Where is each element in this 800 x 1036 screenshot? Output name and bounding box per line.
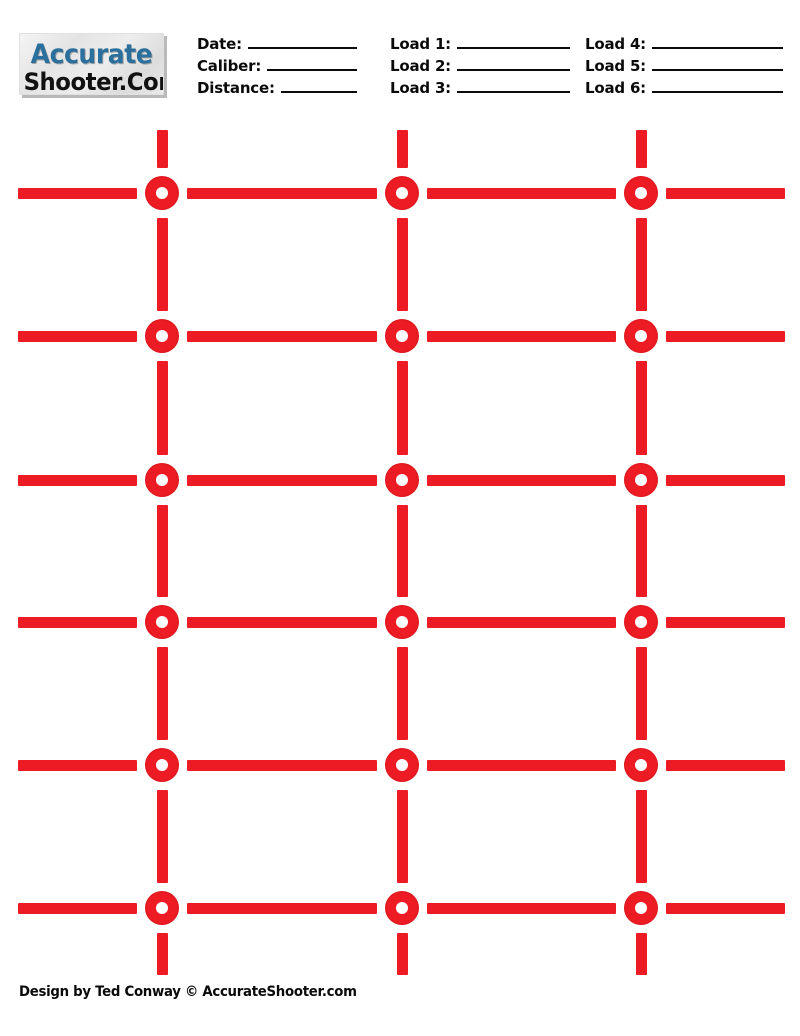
target-grid: [0, 0, 800, 1036]
target-line-vertical: [156, 361, 168, 455]
target-line-horizontal: [18, 187, 137, 199]
aim-point-r3-c1[interactable]: [145, 463, 179, 497]
target-line-horizontal: [187, 616, 377, 628]
target-line-vertical: [635, 361, 647, 455]
aim-point-r4-c1[interactable]: [145, 605, 179, 639]
target-line-vertical: [396, 933, 408, 975]
aim-point-r1-c1[interactable]: [145, 176, 179, 210]
footer-credit: Design by Ted Conway © AccurateShooter.c…: [19, 984, 357, 1000]
aim-point-r6-c1[interactable]: [145, 891, 179, 925]
target-line-horizontal: [18, 616, 137, 628]
aim-point-r3-c3[interactable]: [624, 463, 658, 497]
target-line-horizontal: [18, 474, 137, 486]
target-line-vertical: [635, 790, 647, 883]
target-line-vertical: [396, 505, 408, 597]
target-line-vertical: [635, 647, 647, 740]
aim-point-r2-c2[interactable]: [385, 319, 419, 353]
target-line-horizontal: [187, 330, 377, 342]
target-line-vertical: [635, 218, 647, 311]
aim-point-r4-c2[interactable]: [385, 605, 419, 639]
target-line-vertical: [156, 933, 168, 975]
target-line-vertical: [396, 647, 408, 740]
aim-point-r5-c3[interactable]: [624, 748, 658, 782]
target-line-vertical: [156, 218, 168, 311]
target-line-horizontal: [427, 474, 616, 486]
target-line-horizontal: [18, 330, 137, 342]
aim-point-r6-c2[interactable]: [385, 891, 419, 925]
target-line-vertical: [396, 361, 408, 455]
target-line-vertical: [635, 505, 647, 597]
target-line-vertical: [156, 647, 168, 740]
target-line-horizontal: [427, 616, 616, 628]
target-line-horizontal: [187, 902, 377, 914]
target-line-vertical: [396, 790, 408, 883]
aim-point-r1-c2[interactable]: [385, 176, 419, 210]
target-line-vertical: [156, 790, 168, 883]
target-line-horizontal: [666, 759, 785, 771]
target-line-horizontal: [666, 330, 785, 342]
aim-point-r6-c3[interactable]: [624, 891, 658, 925]
target-line-vertical: [156, 130, 168, 168]
target-line-horizontal: [427, 902, 616, 914]
target-line-horizontal: [427, 187, 616, 199]
target-line-horizontal: [187, 759, 377, 771]
aim-point-r5-c1[interactable]: [145, 748, 179, 782]
target-line-horizontal: [427, 759, 616, 771]
target-line-horizontal: [187, 187, 377, 199]
target-line-horizontal: [18, 902, 137, 914]
aim-point-r4-c3[interactable]: [624, 605, 658, 639]
target-line-vertical: [635, 933, 647, 975]
aim-point-r3-c2[interactable]: [385, 463, 419, 497]
target-line-horizontal: [666, 616, 785, 628]
target-line-horizontal: [666, 902, 785, 914]
target-line-horizontal: [666, 187, 785, 199]
target-line-horizontal: [666, 474, 785, 486]
target-line-vertical: [156, 505, 168, 597]
target-line-vertical: [635, 130, 647, 168]
aim-point-r2-c1[interactable]: [145, 319, 179, 353]
target-line-horizontal: [427, 330, 616, 342]
target-line-vertical: [396, 130, 408, 168]
target-line-horizontal: [18, 759, 137, 771]
aim-point-r2-c3[interactable]: [624, 319, 658, 353]
target-line-vertical: [396, 218, 408, 311]
aim-point-r5-c2[interactable]: [385, 748, 419, 782]
aim-point-r1-c3[interactable]: [624, 176, 658, 210]
target-line-horizontal: [187, 474, 377, 486]
